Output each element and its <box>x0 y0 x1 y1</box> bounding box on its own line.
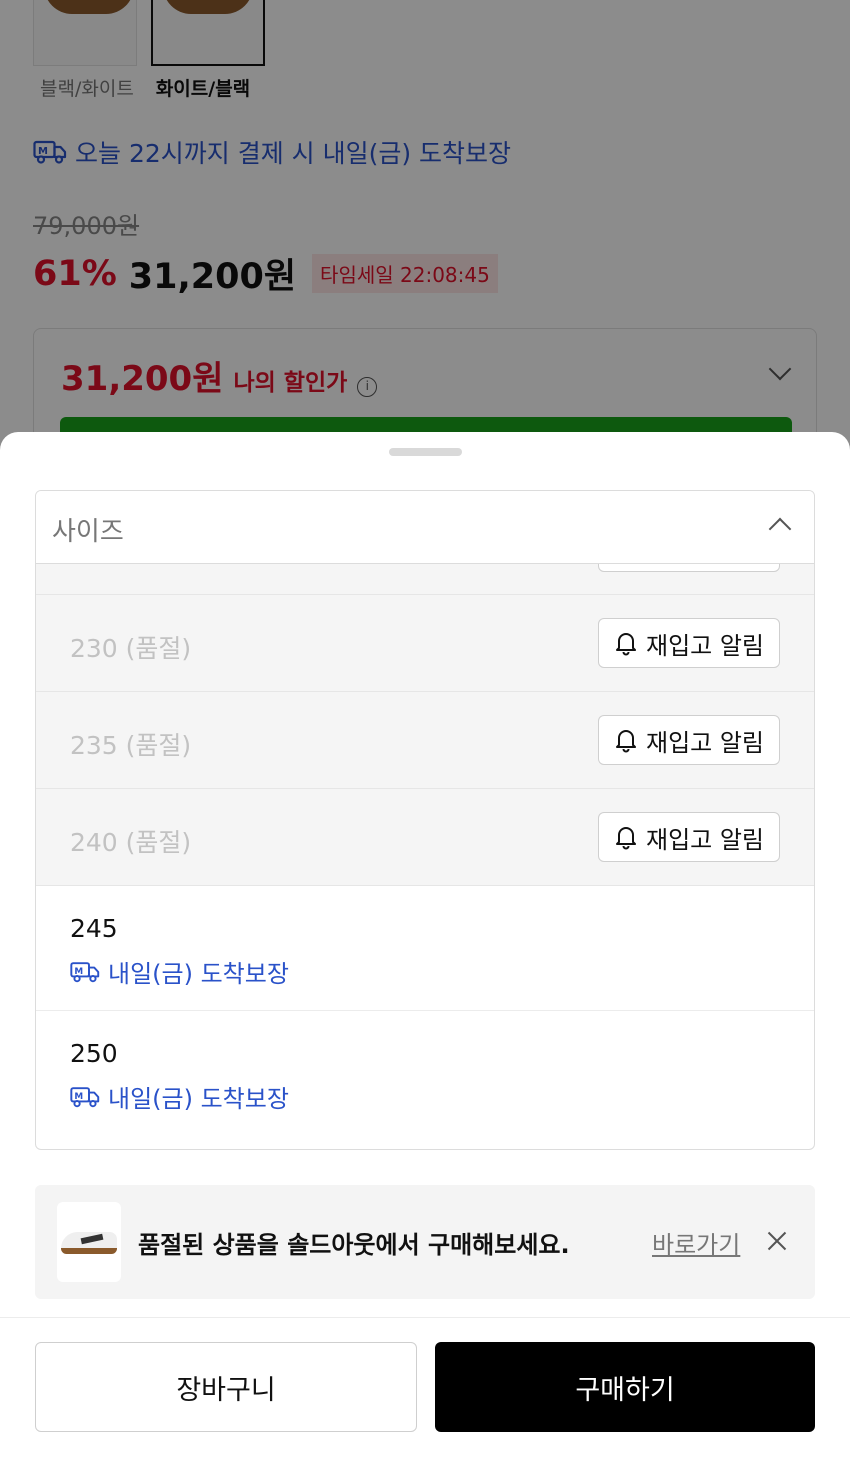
sheet-drag-handle[interactable] <box>389 448 462 456</box>
size-label: 230 (품절) <box>70 634 192 663</box>
cart-button[interactable]: 장바구니 <box>35 1342 417 1432</box>
size-label: 245 <box>70 914 118 943</box>
size-option-240: 240 (품절) 재입고 알림 <box>36 789 814 886</box>
size-dropdown-header[interactable]: 사이즈 <box>36 491 814 564</box>
banner-text: 품절된 상품을 솔드아웃에서 구매해보세요. <box>138 1231 570 1259</box>
buy-button[interactable]: 구매하기 <box>435 1342 815 1432</box>
delivery-guarantee: M 내일(금) 도착보장 <box>70 954 289 989</box>
svg-text:M: M <box>74 966 83 976</box>
bell-icon <box>614 824 638 850</box>
divider <box>0 1317 850 1318</box>
soldout-banner: 품절된 상품을 솔드아웃에서 구매해보세요. 바로가기 <box>35 1185 815 1299</box>
svg-text:M: M <box>74 1091 83 1101</box>
size-option-230: 230 (품절) 재입고 알림 <box>36 595 814 692</box>
delivery-guarantee-text: 내일(금) 도착보장 <box>108 960 289 988</box>
restock-alert-label: 재입고 알림 <box>645 825 765 854</box>
banner-shortcut-link[interactable]: 바로가기 <box>652 1225 740 1260</box>
size-label: 240 (품절) <box>70 828 192 857</box>
size-label: 250 <box>70 1039 118 1068</box>
bell-icon <box>614 630 638 656</box>
restock-alert-button[interactable]: 재입고 알림 <box>598 812 780 862</box>
chevron-up-icon[interactable] <box>768 517 792 541</box>
restock-alert-button[interactable]: 재입고 알림 <box>598 715 780 765</box>
truck-icon: M <box>70 961 100 983</box>
bell-icon <box>614 727 638 753</box>
size-option-245[interactable]: 245 M 내일(금) 도착보장 <box>36 886 814 1011</box>
restock-alert-label: 재입고 알림 <box>645 728 765 757</box>
option-bottom-sheet: 사이즈 230 (품절) 재입고 알림 235 (품절) 재입고 알림 240 … <box>0 432 850 1473</box>
close-icon[interactable] <box>765 1229 789 1253</box>
restock-alert-label: 재입고 알림 <box>645 631 765 660</box>
size-label: 235 (품절) <box>70 731 192 760</box>
size-option-list: 230 (품절) 재입고 알림 235 (품절) 재입고 알림 240 (품절)… <box>36 548 814 1136</box>
size-dropdown-title: 사이즈 <box>52 517 124 547</box>
delivery-guarantee: M 내일(금) 도착보장 <box>70 1079 289 1114</box>
shoe-image <box>61 1232 117 1254</box>
restock-alert-button[interactable]: 재입고 알림 <box>598 618 780 668</box>
delivery-guarantee-text: 내일(금) 도착보장 <box>108 1085 289 1113</box>
product-thumbnail <box>57 1202 121 1282</box>
size-option-partial <box>36 548 814 595</box>
truck-icon: M <box>70 1086 100 1108</box>
size-option-250[interactable]: 250 M 내일(금) 도착보장 <box>36 1011 814 1136</box>
size-dropdown: 사이즈 230 (품절) 재입고 알림 235 (품절) 재입고 알림 240 … <box>35 490 815 1150</box>
size-option-235: 235 (품절) 재입고 알림 <box>36 692 814 789</box>
